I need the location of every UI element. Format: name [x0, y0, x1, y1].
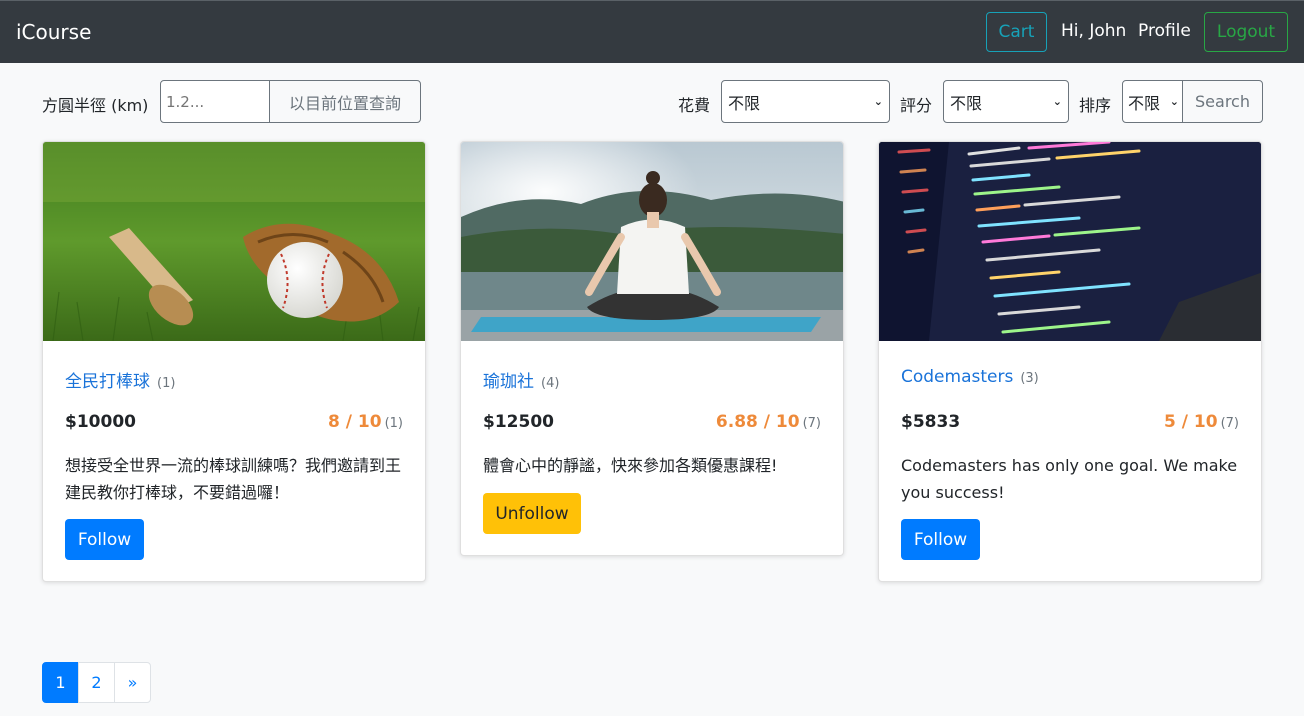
course-rating: 6.88 / 10 (7) — [716, 412, 821, 432]
course-title-link[interactable]: 瑜珈社 (4) — [483, 367, 559, 392]
sort-select[interactable]: 不限 ⌄ — [1122, 80, 1183, 123]
rating-select-value: 不限 — [950, 93, 983, 113]
course-title-link[interactable]: 全民打棒球 (1) — [65, 367, 175, 392]
course-title: Codemasters — [901, 367, 1014, 387]
profile-link[interactable]: Profile — [1138, 21, 1191, 41]
course-description: Codemasters has only one goal. We make y… — [901, 456, 1238, 502]
follower-count: (1) — [157, 376, 176, 391]
page-2-button[interactable]: 2 — [78, 662, 115, 703]
chevron-down-icon: ⌄ — [873, 95, 883, 108]
follower-count: (4) — [541, 376, 560, 391]
course-title: 全民打棒球 — [65, 372, 150, 392]
page-1-button[interactable]: 1 — [42, 662, 79, 703]
follower-count: (3) — [1020, 371, 1039, 386]
course-description: 體會心中的靜謐，快來參加各類優惠課程! — [483, 456, 778, 475]
locate-search-button[interactable]: 以目前位置查詢 — [269, 80, 421, 123]
cart-button[interactable]: Cart — [986, 12, 1047, 52]
rating-value: 8 / 10 — [328, 412, 382, 432]
rating-label: 評分 — [900, 96, 933, 115]
course-rating: 5 / 10 (7) — [1164, 412, 1239, 432]
course-title: 瑜珈社 — [483, 372, 534, 392]
code-screen-image — [879, 142, 1261, 341]
rating-count: (1) — [384, 416, 403, 431]
course-card: Codemasters (3) $5833 5 / 10 (7) Codemaste… — [878, 141, 1262, 582]
follow-button[interactable]: Follow — [901, 519, 980, 560]
chevron-down-icon: ⌄ — [1052, 95, 1062, 108]
chevron-down-icon: ⌄ — [1169, 95, 1179, 108]
next-page-button[interactable]: » — [114, 662, 151, 703]
rating-count: (7) — [802, 416, 821, 431]
baseball-image — [43, 142, 425, 341]
search-button[interactable]: Search — [1182, 80, 1263, 123]
cost-select-value: 不限 — [728, 93, 761, 113]
rating-count: (7) — [1220, 416, 1239, 431]
course-card: 瑜珈社 (4) $12500 6.88 / 10 (7) 體會心中的靜謐，快來參加各… — [460, 141, 844, 556]
sort-label: 排序 — [1079, 96, 1112, 115]
brand-logo[interactable]: iCourse — [16, 20, 91, 44]
course-rating: 8 / 10 (1) — [328, 412, 403, 432]
navbar: iCourse Cart Hi, John Profile Logout — [0, 0, 1304, 63]
radius-label: 方圓半徑 (km) — [42, 96, 149, 115]
rating-select[interactable]: 不限 ⌄ — [943, 80, 1069, 123]
course-price: $10000 — [65, 412, 136, 432]
course-description: 想接受全世界一流的棒球訓練嗎？我們邀請到王建民教你打棒球，不要錯過囉！ — [65, 456, 402, 502]
cost-select[interactable]: 不限 ⌄ — [721, 80, 890, 123]
cost-label: 花費 — [678, 96, 711, 115]
rating-value: 5 / 10 — [1164, 412, 1218, 432]
yoga-image — [461, 142, 843, 341]
follow-button[interactable]: Follow — [65, 519, 144, 560]
course-card: 全民打棒球 (1) $10000 8 / 10 (1) 想接受全世界一流的棒球訓練嗎… — [42, 141, 426, 582]
unfollow-button[interactable]: Unfollow — [483, 493, 581, 534]
course-price: $5833 — [901, 412, 961, 432]
rating-value: 6.88 / 10 — [715, 412, 800, 432]
course-price: $12500 — [483, 412, 554, 432]
sort-select-value: 不限 — [1128, 93, 1161, 113]
radius-input[interactable] — [160, 80, 271, 123]
course-title-link[interactable]: Codemasters (3) — [901, 367, 1039, 387]
pagination: 1 2 » — [42, 662, 151, 703]
logout-button[interactable]: Logout — [1204, 12, 1288, 52]
user-greeting: Hi, John — [1061, 21, 1127, 41]
